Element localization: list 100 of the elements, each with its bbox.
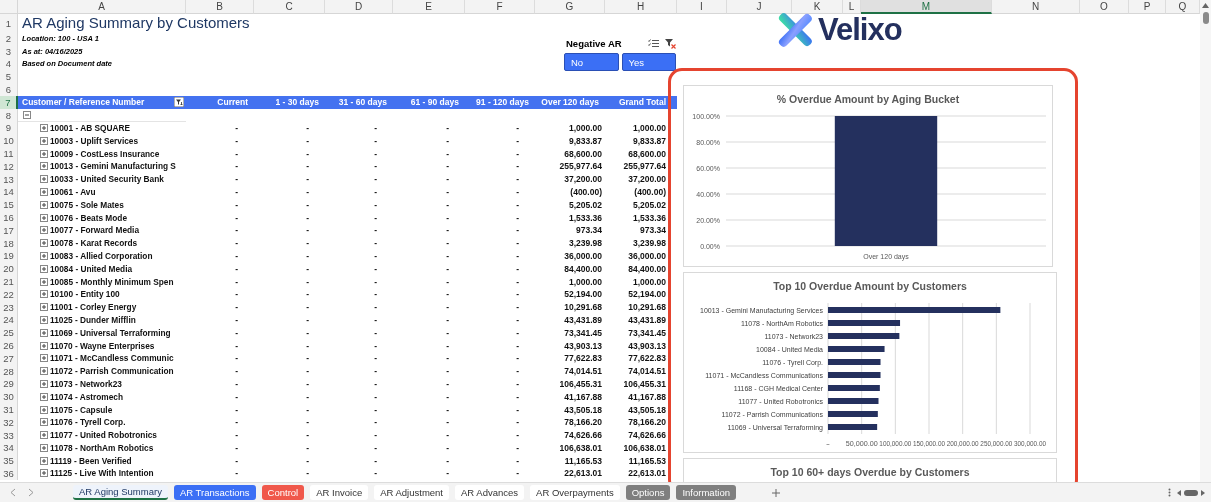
column-header[interactable]: G xyxy=(535,0,605,14)
collapse-icon[interactable] xyxy=(23,110,31,119)
row-number[interactable]: 5 xyxy=(0,70,18,84)
multi-select-icon[interactable] xyxy=(648,39,659,48)
scroll-up-icon[interactable] xyxy=(1202,3,1209,8)
expand-icon[interactable] xyxy=(40,187,48,196)
expand-icon[interactable] xyxy=(40,136,48,145)
amount-cell-text: - xyxy=(373,224,378,237)
amount-cell-text: 52,194.00 xyxy=(563,288,603,301)
expand-icon[interactable] xyxy=(40,456,48,465)
amount-cell-text: 78,166.20 xyxy=(563,416,603,429)
expand-icon[interactable] xyxy=(40,149,48,158)
column-header[interactable]: D xyxy=(325,0,393,14)
clear-filter-icon[interactable] xyxy=(665,38,676,49)
amount-cell-text: 11,165.53 xyxy=(627,454,667,468)
amount-cell-text: - xyxy=(305,147,310,160)
expand-icon[interactable] xyxy=(40,431,48,440)
column-header[interactable]: J xyxy=(727,0,792,14)
row-number[interactable]: 1 xyxy=(0,14,18,32)
row-number[interactable]: 26 xyxy=(0,339,18,352)
filter-button[interactable] xyxy=(174,97,184,108)
expand-icon[interactable] xyxy=(40,354,48,363)
amount-cell-text: - xyxy=(515,121,520,135)
expand-icon[interactable] xyxy=(40,443,48,452)
column-header[interactable]: O xyxy=(1080,0,1129,14)
expand-icon[interactable] xyxy=(40,418,48,427)
chevron-left-icon[interactable] xyxy=(10,488,16,497)
column-header[interactable]: F xyxy=(465,0,535,14)
row-number[interactable]: 2 xyxy=(0,32,18,45)
more-icon[interactable] xyxy=(1168,488,1171,497)
amount-cell-text: 106,638.01 xyxy=(622,441,667,455)
expand-icon[interactable] xyxy=(40,264,48,273)
column-header[interactable]: Q xyxy=(1166,0,1200,14)
sheet-tab[interactable]: AR Advances xyxy=(455,485,525,500)
sheet-tab[interactable]: Options xyxy=(625,485,671,500)
sheet-tab[interactable]: AR Overpayments xyxy=(530,485,620,500)
expand-icon[interactable] xyxy=(40,290,48,299)
customer-name: 11119 - Been Verified xyxy=(50,455,132,466)
row-number[interactable]: 15 xyxy=(0,198,18,212)
expand-icon[interactable] xyxy=(40,213,48,222)
row-number[interactable]: 10 xyxy=(0,134,18,148)
column-header[interactable]: C xyxy=(254,0,325,14)
column-header[interactable]: M xyxy=(861,0,992,14)
column-header[interactable]: I xyxy=(677,0,727,14)
row-number[interactable]: 31 xyxy=(0,403,18,416)
expand-icon[interactable] xyxy=(40,251,48,260)
expand-icon[interactable] xyxy=(40,315,48,324)
row-number[interactable]: 6 xyxy=(0,83,18,96)
column-header[interactable]: K xyxy=(792,0,843,14)
expand-icon[interactable] xyxy=(40,392,48,401)
row-number[interactable]: 35 xyxy=(0,454,18,468)
expand-icon[interactable] xyxy=(40,123,48,132)
column-header[interactable]: N xyxy=(992,0,1080,14)
amount-cell-text: - xyxy=(373,288,378,301)
row-number[interactable]: 20 xyxy=(0,262,18,276)
chevron-right-icon[interactable] xyxy=(28,488,34,497)
slicer-option[interactable]: No xyxy=(564,53,619,71)
expand-icon[interactable] xyxy=(40,367,48,376)
row-number[interactable]: 36 xyxy=(0,467,18,480)
row-number[interactable]: 16 xyxy=(0,211,18,224)
row-number[interactable]: 25 xyxy=(0,326,18,340)
sheet-tab[interactable]: AR Transactions xyxy=(173,485,256,500)
amount-cell-text: (400.00) xyxy=(569,185,603,199)
sheet-tab[interactable]: AR Adjustment xyxy=(374,485,449,500)
expand-icon[interactable] xyxy=(40,200,48,209)
column-header[interactable]: B xyxy=(186,0,254,14)
add-sheet-button[interactable] xyxy=(771,488,780,497)
expand-icon[interactable] xyxy=(40,226,48,235)
column-header[interactable]: P xyxy=(1129,0,1166,14)
amount-cell-text: - xyxy=(234,429,239,442)
sheet-tab[interactable]: AR Invoice xyxy=(310,485,369,500)
expand-icon[interactable] xyxy=(40,239,48,248)
expand-icon[interactable] xyxy=(40,175,48,184)
sheet-tab[interactable]: Information xyxy=(676,485,736,500)
horizontal-scroll-icon[interactable] xyxy=(1177,488,1205,497)
amount-cell-text: - xyxy=(515,249,520,263)
customer-name: 10077 - Forward Media xyxy=(50,225,139,236)
column-header[interactable]: L xyxy=(843,0,861,14)
row-number[interactable]: 11 xyxy=(0,147,18,160)
expand-icon[interactable] xyxy=(40,277,48,286)
expand-icon[interactable] xyxy=(40,341,48,350)
expand-icon[interactable] xyxy=(40,303,48,312)
scrollbar-thumb[interactable] xyxy=(1202,12,1209,24)
column-heading: Over 120 days xyxy=(535,96,605,109)
slicer-option[interactable]: Yes xyxy=(621,53,676,71)
expand-icon[interactable] xyxy=(40,405,48,414)
amount-cell-text: - xyxy=(445,288,450,301)
amount-cell-text: 74,626.66 xyxy=(563,429,603,442)
expand-icon[interactable] xyxy=(40,379,48,388)
column-header[interactable]: A xyxy=(18,0,186,14)
expand-icon[interactable] xyxy=(40,469,48,478)
customer-name: 11074 - Astromech xyxy=(50,391,124,402)
expand-icon[interactable] xyxy=(40,162,48,171)
column-header[interactable]: H xyxy=(605,0,677,14)
row-number[interactable]: 21 xyxy=(0,275,18,288)
amount-cell-text: - xyxy=(445,134,450,148)
column-header[interactable]: E xyxy=(393,0,465,14)
expand-icon[interactable] xyxy=(40,328,48,337)
row-number[interactable]: 30 xyxy=(0,390,18,404)
sheet-tab[interactable]: AR Aging Summary xyxy=(73,485,168,500)
